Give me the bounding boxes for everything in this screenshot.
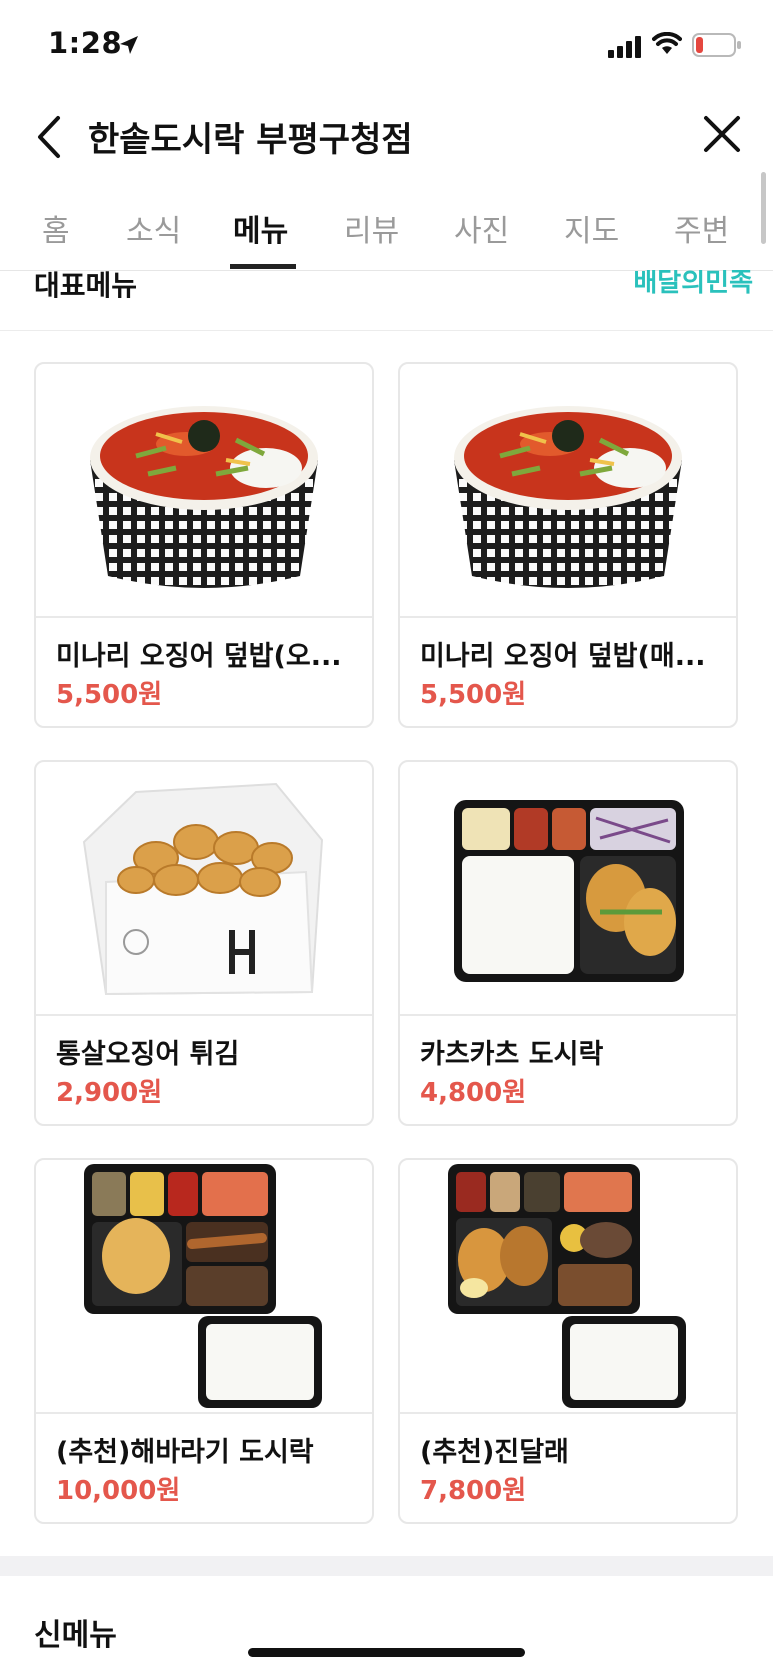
menu-item-image (36, 364, 372, 618)
menu-item-price: 5,500원 (56, 680, 163, 710)
tab-map[interactable]: 지도 (564, 206, 619, 250)
menu-item-name: 미나리 오징어 덮밥(매... (420, 641, 706, 672)
status-bar: 1:28 (0, 0, 773, 92)
section-header: 대표메뉴 배달의민족 (0, 270, 773, 331)
menu-item-price: 2,900원 (56, 1078, 163, 1108)
menu-item-image (36, 1160, 372, 1414)
scrollbar[interactable] (761, 172, 766, 244)
status-time: 1:28 (48, 26, 123, 60)
menu-item-image (400, 364, 736, 618)
menu-item-name: (추천)해바라기 도시락 (56, 1437, 314, 1468)
section-divider (0, 1556, 773, 1576)
menu-item-name: 미나리 오징어 덮밥(오... (56, 641, 342, 672)
menu-item-price: 10,000원 (56, 1476, 181, 1506)
fried-squid-box-image (82, 782, 324, 996)
menu-item-name: (추천)진달래 (420, 1437, 569, 1468)
menu-item-name: 통살오징어 튀김 (56, 1039, 240, 1070)
location-arrow-icon (120, 36, 138, 54)
menu-card[interactable]: 카츠카츠 도시락 4,800원 (398, 760, 738, 1126)
menu-card[interactable]: (추천)해바라기 도시락 10,000원 (34, 1158, 374, 1524)
squid-rice-bowl-image (454, 406, 682, 588)
menu-item-name: 카츠카츠 도시락 (420, 1039, 604, 1070)
close-icon[interactable] (702, 114, 742, 154)
menu-item-price: 4,800원 (420, 1078, 527, 1108)
tab-news[interactable]: 소식 (126, 206, 181, 250)
tab-reviews[interactable]: 리뷰 (344, 206, 399, 250)
active-tab-indicator (230, 264, 296, 269)
signal-icon (608, 36, 641, 58)
menu-item-image (400, 762, 736, 1016)
menu-item-price: 7,800원 (420, 1476, 527, 1506)
baemin-brand-link[interactable]: 배달의민족 (633, 270, 753, 299)
menu-card[interactable]: 통살오징어 튀김 2,900원 (34, 760, 374, 1126)
new-menu-section-title: 신메뉴 (34, 1618, 117, 1653)
tab-bar: 홈 소식 메뉴 리뷰 사진 지도 주변 (0, 182, 773, 271)
menu-card[interactable]: 미나리 오징어 덮밥(매... 5,500원 (398, 362, 738, 728)
tab-nearby[interactable]: 주변 (674, 206, 729, 250)
katsu-lunchbox-image (454, 800, 684, 982)
menu-card[interactable]: (추천)진달래 7,800원 (398, 1158, 738, 1524)
squid-rice-bowl-image (90, 406, 318, 588)
store-title: 한솥도시락 부평구청점 (88, 120, 413, 160)
tab-home[interactable]: 홈 (42, 206, 70, 250)
tab-photos[interactable]: 사진 (454, 206, 509, 250)
menu-item-image (36, 762, 372, 1016)
home-indicator[interactable] (248, 1648, 525, 1657)
back-arrow-icon[interactable] (34, 114, 64, 160)
sunflower-lunchbox-image (84, 1164, 322, 1408)
section-title: 대표메뉴 (34, 270, 138, 302)
menu-card[interactable]: 미나리 오징어 덮밥(오... 5,500원 (34, 362, 374, 728)
battery-icon (692, 33, 741, 57)
jindallae-lunchbox-image (448, 1164, 686, 1408)
menu-item-price: 5,500원 (420, 680, 527, 710)
menu-item-image (400, 1160, 736, 1414)
header: 한솥도시락 부평구청점 (0, 92, 773, 182)
wifi-icon (652, 32, 682, 54)
tab-menu[interactable]: 메뉴 (233, 206, 288, 250)
